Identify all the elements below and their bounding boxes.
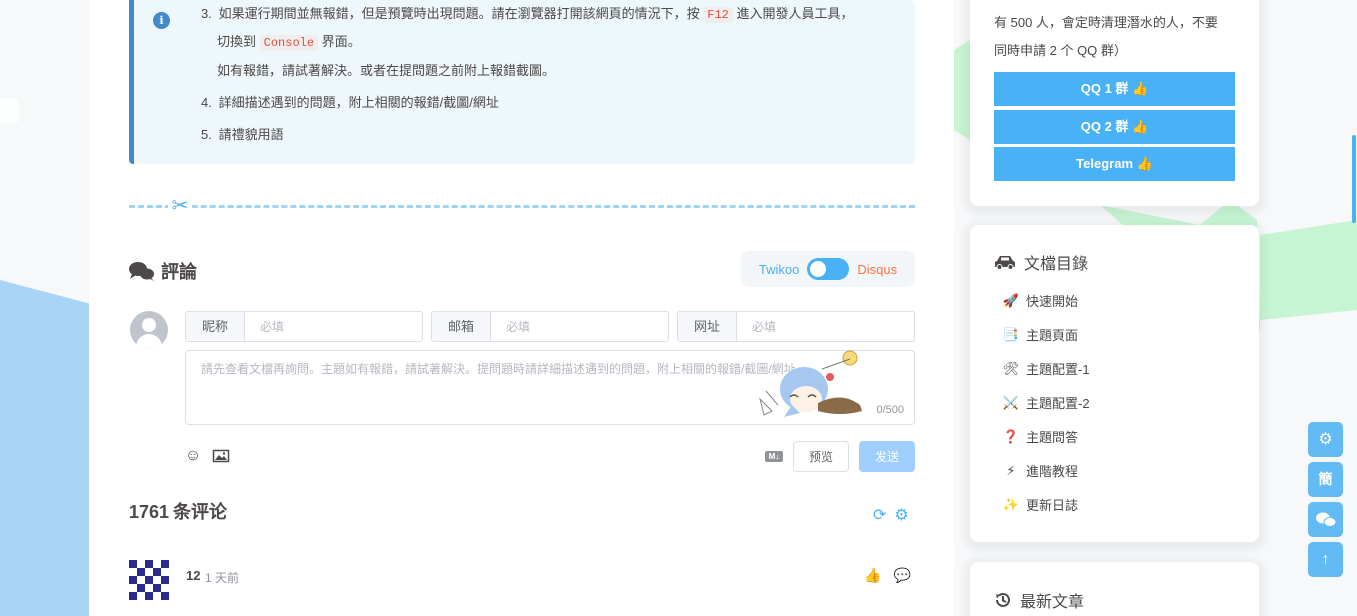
comment-system-switcher[interactable]: Twikoo Disqus: [741, 251, 915, 287]
comment-time: 1 天前: [205, 571, 240, 585]
doc-link-theme-config-2[interactable]: ⚔️ 主題配置-2: [1002, 393, 1090, 412]
nickname-input[interactable]: [245, 312, 422, 341]
qq-group-2-button[interactable]: QQ 2 群 👍: [994, 110, 1235, 144]
note-item-3-cont: 切換到 Console 界面。: [217, 34, 361, 51]
email-input[interactable]: [491, 312, 668, 341]
gear-icon: ⚙: [1318, 431, 1333, 448]
settings-button[interactable]: ⚙: [1308, 422, 1343, 457]
scrollbar-thumb[interactable]: [1352, 135, 1356, 223]
refresh-icon[interactable]: ⟳: [873, 505, 886, 525]
background-shape-right-top: [954, 40, 970, 140]
docs-card: 文檔目錄 🚀 快速開始 📑 主題頁面 🛠 主題配置-1 ⚔️ 主題配置-2 ❓ 主題問答 …: [970, 225, 1259, 542]
image-upload-icon[interactable]: [212, 447, 230, 465]
preview-button[interactable]: 预览: [793, 441, 849, 472]
commenter-name[interactable]: 12: [186, 568, 200, 583]
note-item-3-cont2: 如有報錯，請試著解決。或者在提問題之前附上報錯截圖。: [217, 63, 556, 78]
telegram-button[interactable]: Telegram 👍: [994, 147, 1235, 181]
recent-posts-card: 最新文章: [970, 562, 1259, 616]
comment-count-label: 条评论: [173, 502, 228, 522]
settings-icon[interactable]: ⚙: [894, 505, 908, 525]
car-icon: [995, 256, 1015, 270]
comment-toggle[interactable]: [807, 258, 850, 280]
sparkles-icon: ✨: [1002, 496, 1020, 512]
website-field: 网址: [677, 311, 915, 342]
scissors-icon: ✂: [168, 194, 192, 218]
twikoo-label[interactable]: Twikoo: [759, 262, 799, 277]
rocket-icon: 🚀: [1002, 292, 1020, 308]
document-icon: 📑: [1002, 326, 1020, 342]
docs-title: 文檔目錄: [994, 250, 1088, 274]
emoji-icon[interactable]: ☺: [184, 447, 202, 465]
website-input[interactable]: [737, 312, 914, 341]
comment-count-actions: ⟳ ⚙: [873, 505, 909, 525]
send-button[interactable]: 发送: [859, 441, 915, 472]
tools-icon: 🛠: [1002, 360, 1020, 376]
qq-group-1-button[interactable]: QQ 1 群 👍: [994, 72, 1235, 106]
website-label: 网址: [678, 312, 737, 341]
group-text-line-1: 有 500 人，會定時清理潛水的人，不要: [994, 15, 1218, 30]
comment-item: 12 1 天前 👍 💬: [129, 560, 915, 600]
doc-link-theme-config-1[interactable]: 🛠 主題配置-1: [1002, 359, 1090, 378]
note-item-5: 5. 請禮貌用語: [201, 127, 284, 142]
question-icon: ❓: [1002, 428, 1020, 444]
crossed-swords-icon: ⚔️: [1002, 394, 1020, 410]
comment-count-number: 1761: [129, 502, 170, 522]
doc-link-theme-faq[interactable]: ❓ 主題問答: [1002, 427, 1078, 446]
info-icon: i: [153, 12, 170, 29]
doc-link-advanced[interactable]: ⚡ 進階教程: [1002, 461, 1078, 480]
mascot-illustration: [759, 350, 862, 417]
dashed-divider: [129, 205, 915, 208]
code-f12: F12: [703, 7, 733, 23]
comment-actions: 👍 💬: [864, 567, 911, 584]
translate-button[interactable]: 簡: [1308, 462, 1343, 497]
note-item-4: 4. 詳細描述遇到的問題，附上相關的報錯/截圖/網址: [201, 95, 499, 110]
background-square: [0, 98, 18, 122]
reply-icon[interactable]: 💬: [894, 567, 911, 584]
comments-title: 評論: [129, 258, 197, 284]
arrow-up-icon: ↑: [1321, 551, 1330, 568]
group-card: 有 500 人，會定時清理潛水的人，不要 同時申請 2 个 QQ 群） QQ 1…: [970, 0, 1259, 206]
chat-icon: [1315, 512, 1336, 527]
word-count: 0/500: [876, 404, 904, 416]
nickname-label: 昵称: [186, 312, 245, 341]
doc-link-quick-start[interactable]: 🚀 快速開始: [1002, 291, 1078, 310]
group-text-line-2: 同時申請 2 个 QQ 群）: [994, 43, 1127, 58]
background-shape-left: [0, 280, 95, 616]
back-to-top-button[interactable]: ↑: [1308, 542, 1343, 577]
like-icon[interactable]: 👍: [864, 567, 881, 584]
doc-link-theme-pages[interactable]: 📑 主題頁面: [1002, 325, 1078, 344]
comment-count: 1761 条评论: [129, 498, 227, 524]
commenter-avatar: [129, 560, 169, 600]
markdown-icon[interactable]: M↓: [765, 451, 783, 462]
disqus-label[interactable]: Disqus: [857, 262, 897, 277]
nickname-field: 昵称: [185, 311, 423, 342]
code-console: Console: [259, 35, 319, 51]
note-item-3: 3. 如果運行期間並無報錯，但是預覽時出現問題。請在瀏覽器打開該網頁的情況下，按…: [201, 6, 854, 23]
recent-posts-title: 最新文章: [994, 588, 1084, 612]
doc-link-changelog[interactable]: ✨ 更新日誌: [1002, 495, 1078, 514]
email-field: 邮箱: [431, 311, 669, 342]
history-icon: [996, 592, 1010, 607]
email-label: 邮箱: [432, 312, 491, 341]
comment-jump-button[interactable]: [1308, 502, 1343, 537]
user-avatar: [130, 311, 168, 349]
lightning-icon: ⚡: [1006, 462, 1016, 478]
info-note: i 3. 如果運行期間並無報錯，但是預覽時出現問題。請在瀏覽器打開該網頁的情況下…: [129, 0, 915, 164]
comments-icon: [129, 262, 154, 281]
